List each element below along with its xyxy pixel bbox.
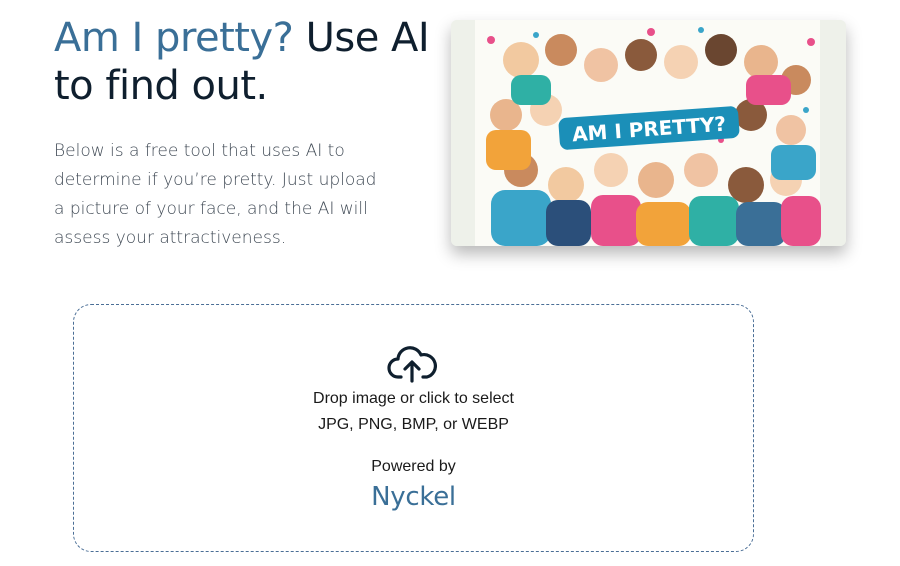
powered-by-label: Powered by bbox=[371, 458, 456, 475]
dropzone-instruction: Drop image or click to select bbox=[313, 390, 514, 407]
page: Am I pretty? Use AI to find out. Below i… bbox=[0, 0, 900, 566]
hero-illustration: AM I PRETTY? bbox=[451, 20, 846, 246]
cloud-upload-icon bbox=[387, 346, 437, 383]
dropzone-formats: JPG, PNG, BMP, or WEBP bbox=[318, 416, 509, 433]
hero-illustration-art: AM I PRETTY? bbox=[451, 20, 846, 246]
hero-title-accent: Am I pretty? bbox=[54, 15, 294, 61]
hero-description: Below is a free tool that uses AI to det… bbox=[54, 141, 377, 248]
image-dropzone[interactable]: Drop image or click to select JPG, PNG, … bbox=[73, 304, 754, 552]
nyckel-brand-link[interactable]: Nyckel bbox=[74, 482, 753, 512]
hero-title: Am I pretty? Use AI to find out. bbox=[54, 14, 434, 110]
